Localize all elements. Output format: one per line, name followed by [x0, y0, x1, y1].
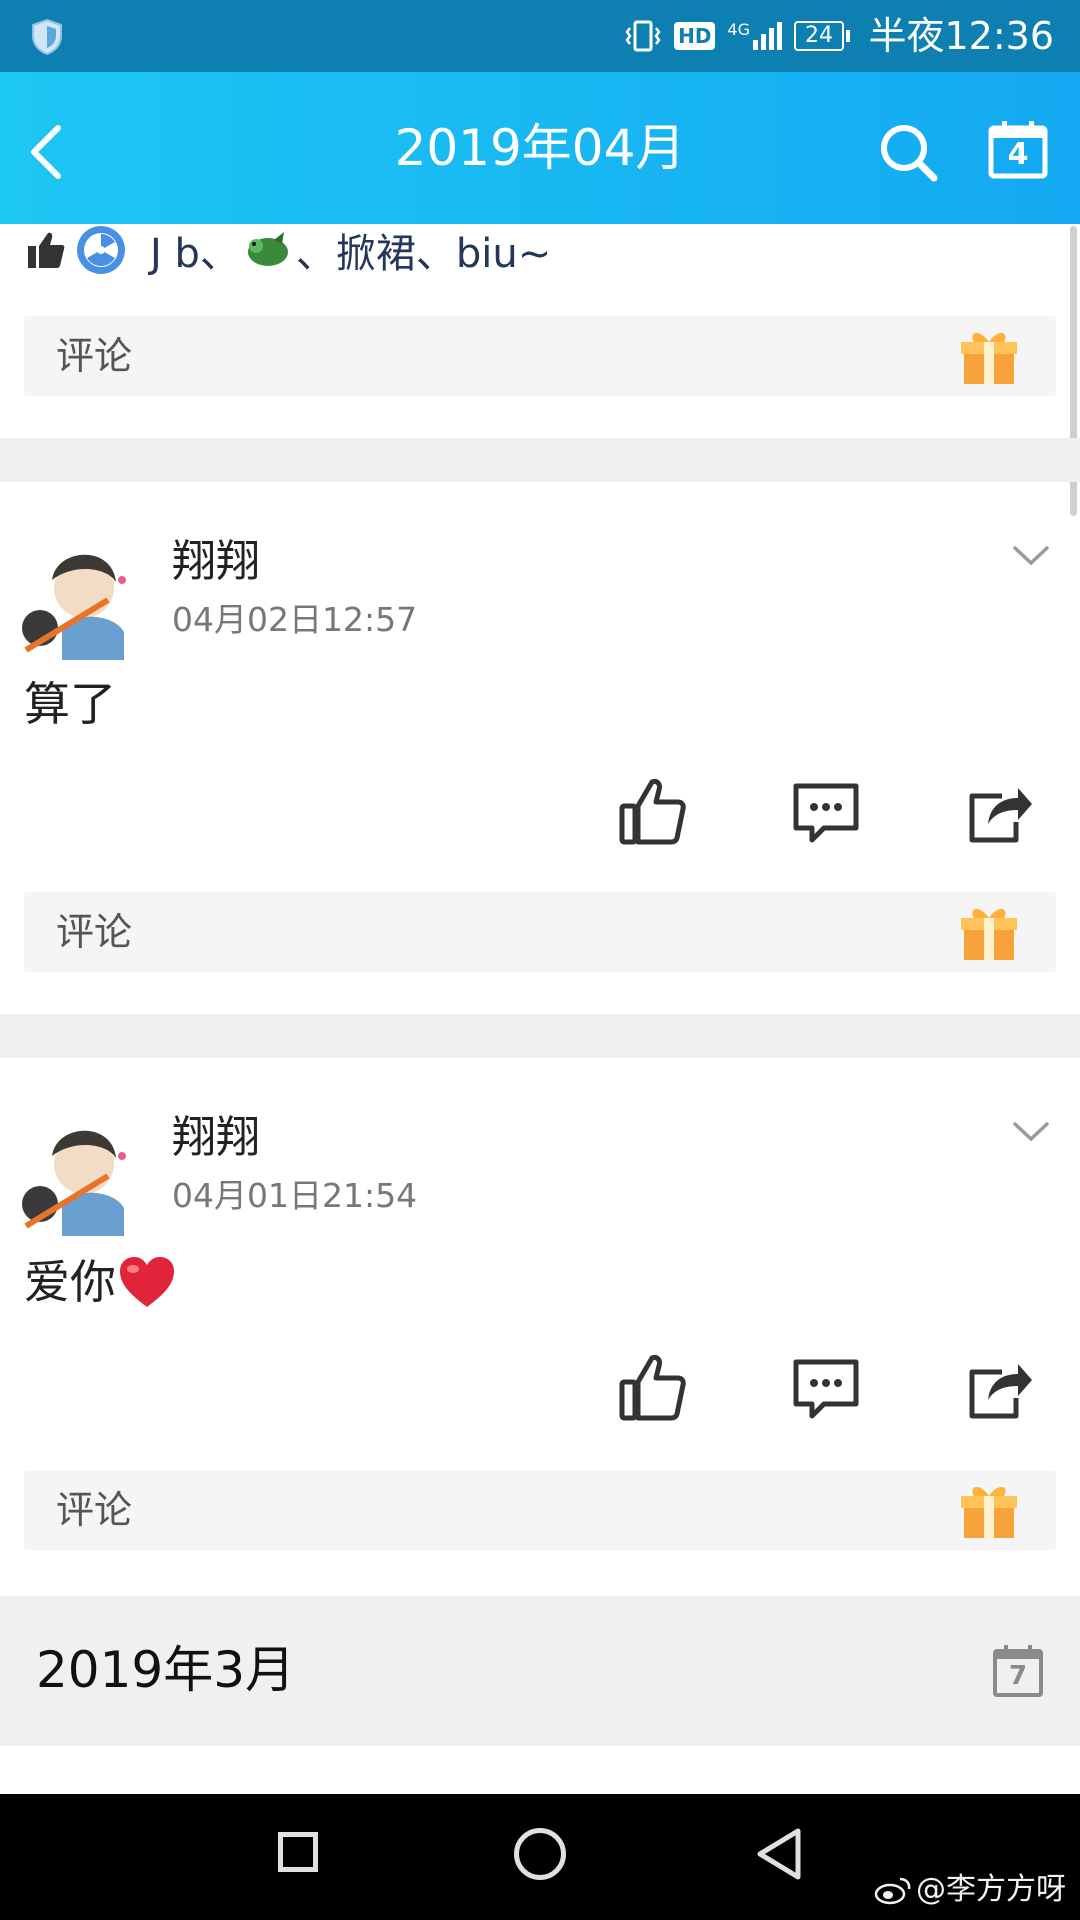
thumbs-up-icon: [28, 232, 65, 268]
signal-icon: 4G: [727, 22, 782, 50]
post-timestamp: 04月02日12:57: [172, 600, 418, 639]
comment-box[interactable]: 评论: [24, 892, 1056, 972]
month-label: 2019年3月: [36, 1641, 296, 1699]
back-triangle-icon[interactable]: [752, 1826, 806, 1882]
month-calendar-icon[interactable]: 7: [992, 1644, 1044, 1698]
app-header: 2019年04月 4: [0, 72, 1080, 224]
post-username[interactable]: 翔翔: [172, 1110, 260, 1166]
like-names-rest[interactable]: 、掀裙、biu~: [296, 221, 551, 279]
chevron-down-icon[interactable]: [1012, 1120, 1050, 1144]
like-names[interactable]: J b、: [150, 221, 240, 279]
status-bar: HD 4G 24 半夜12:36: [0, 0, 1080, 72]
comment-placeholder: 评论: [56, 334, 133, 378]
clock: 半夜12:36: [868, 14, 1054, 58]
security-shield-icon: [32, 18, 62, 56]
comment-bubble-icon[interactable]: [790, 776, 862, 848]
post-timestamp: 04月01日21:54: [172, 1176, 418, 1215]
hd-badge: HD: [674, 22, 716, 50]
status-icons: HD 4G 24: [624, 16, 850, 56]
calendar-button[interactable]: 4: [988, 120, 1048, 180]
like-icon[interactable]: [616, 776, 688, 848]
watermark-text: @李方方呀: [916, 1872, 1066, 1907]
search-icon[interactable]: [878, 122, 940, 184]
month-section-header[interactable]: 2019年3月 7: [0, 1596, 1080, 1746]
recent-apps-button[interactable]: [278, 1832, 318, 1872]
gift-icon[interactable]: [958, 902, 1020, 964]
comment-box[interactable]: 评论: [24, 316, 1056, 396]
share-icon[interactable]: [962, 1352, 1034, 1424]
home-button[interactable]: [514, 1828, 566, 1880]
vibrate-icon: [625, 20, 661, 52]
section-divider: [0, 1014, 1080, 1058]
post-content: 算了: [24, 677, 116, 731]
post-card: 翔翔 04月02日12:57 算了 评论: [0, 482, 1080, 1010]
post-content: 爱你: [24, 1255, 116, 1309]
calendar-day: 4: [1007, 137, 1029, 172]
section-divider: [0, 438, 1080, 482]
post-card: 翔翔 04月01日21:54 爱你 评论: [0, 1058, 1080, 1588]
user-avatar[interactable]: [12, 1106, 142, 1236]
comment-bubble-icon[interactable]: [790, 1352, 862, 1424]
user-avatar[interactable]: [12, 530, 142, 660]
calendar-day: 7: [1008, 1661, 1028, 1691]
comment-placeholder: 评论: [56, 910, 133, 954]
battery-level: 24: [794, 21, 844, 51]
chevron-down-icon[interactable]: [1012, 544, 1050, 568]
comment-placeholder: 评论: [56, 1488, 133, 1532]
watermark: @李方方呀: [874, 1870, 1066, 1910]
avatar-radiation-icon: [77, 226, 125, 274]
red-heart-icon: [120, 1257, 174, 1307]
post-content-row: 爱你: [24, 1252, 176, 1312]
battery-icon: 24: [794, 21, 850, 51]
share-icon[interactable]: [962, 776, 1034, 848]
weibo-logo-icon: [874, 1877, 911, 1905]
post-username[interactable]: 翔翔: [172, 534, 260, 590]
comment-box[interactable]: 评论: [24, 1470, 1056, 1550]
like-icon[interactable]: [616, 1352, 688, 1424]
gift-icon[interactable]: [958, 326, 1020, 388]
gift-icon[interactable]: [958, 1480, 1020, 1542]
dragon-emoji-icon: [247, 232, 288, 266]
likes-row: J b、 、掀裙、biu~: [26, 222, 551, 278]
